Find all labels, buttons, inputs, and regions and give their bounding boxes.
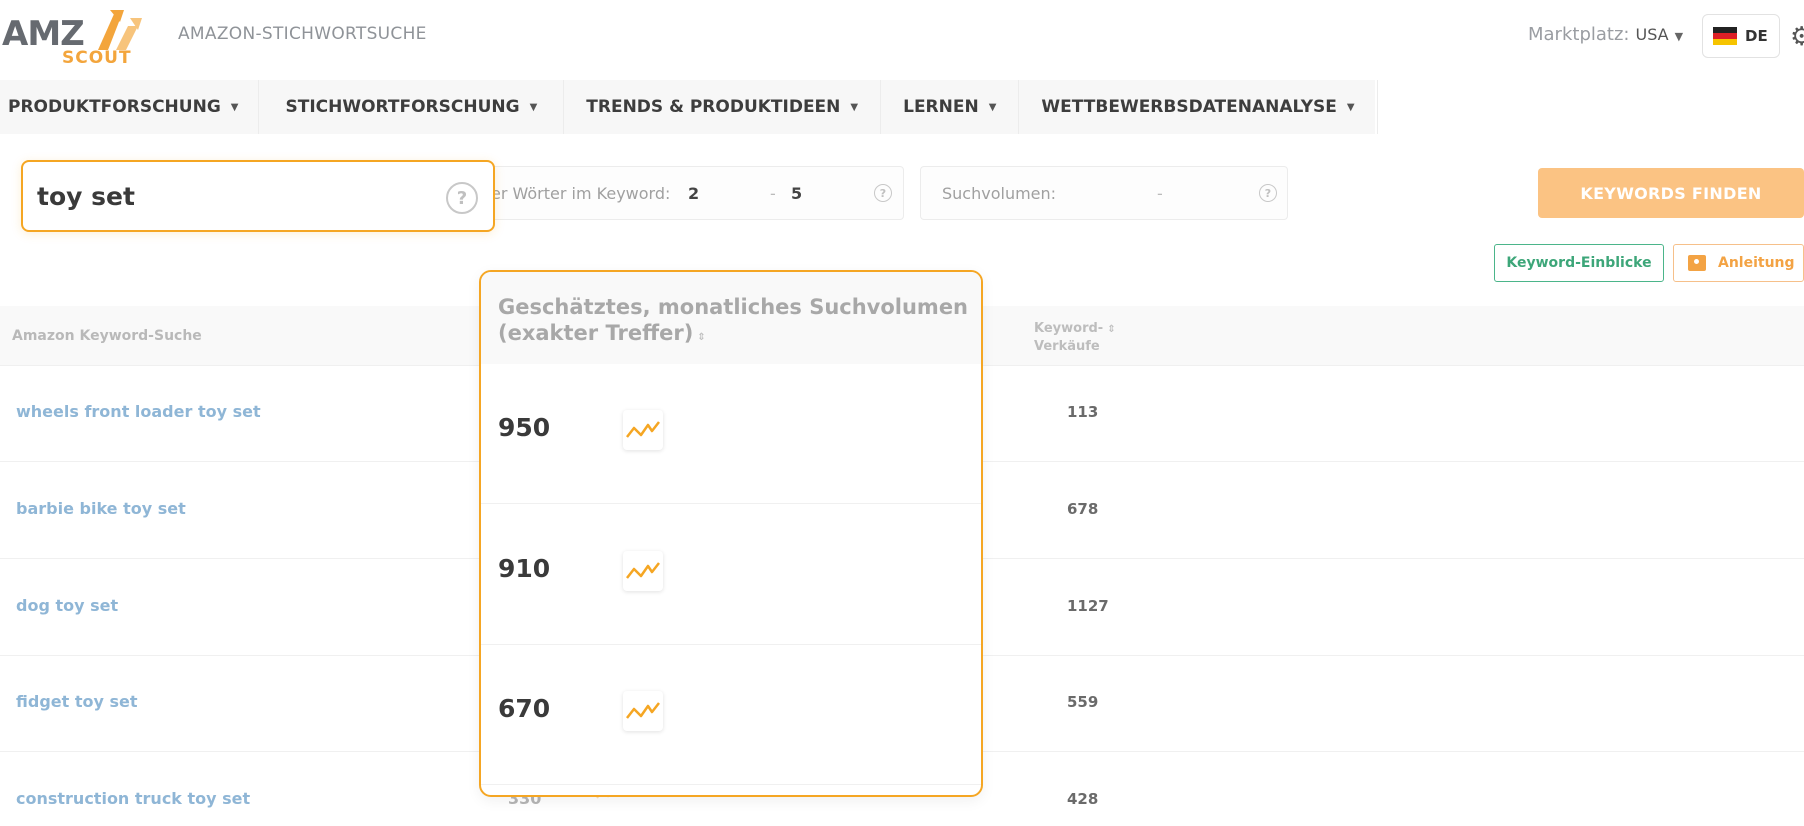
search-volume-column-highlight: Geschätztes, monatliches Suchvolumen (ex… xyxy=(479,270,983,797)
caret-down-icon: ▼ xyxy=(1346,101,1355,113)
trend-chart-button[interactable] xyxy=(623,551,663,591)
guide-button-label: Anleitung xyxy=(1718,255,1795,271)
keyword-search-input[interactable] xyxy=(37,178,427,214)
caret-down-icon: ▼ xyxy=(850,101,859,113)
app-root: AMZ SCOUT AMAZON-STICHWORTSUCHE Marktpla… xyxy=(0,0,1804,826)
logo-subtext: SCOUT xyxy=(62,48,132,68)
nav-item-label: LERNEN xyxy=(903,97,979,117)
search-volume-value: 950 xyxy=(498,413,551,442)
nav-item-produktforschung[interactable]: PRODUKTFORSCHUNG ▼ xyxy=(0,80,260,134)
search-volume-value: 910 xyxy=(498,554,551,583)
page-title: AMAZON-STICHWORTSUCHE xyxy=(178,24,427,44)
word-count-label: er Wörter im Keyword: xyxy=(491,183,671,203)
trend-chart-icon xyxy=(626,702,660,719)
keyword-sales-value: 678 xyxy=(1067,500,1099,518)
keyword-link[interactable]: barbie bike toy set xyxy=(16,499,186,518)
search-volume-label: Suchvolumen: xyxy=(942,183,1057,203)
caret-down-icon: ▼ xyxy=(988,101,997,113)
caret-down-icon: ▼ xyxy=(230,101,239,113)
column-header-search-volume[interactable]: Geschätztes, monatliches Suchvolumen (ex… xyxy=(481,272,981,364)
marketplace-label: Marktplatz: xyxy=(1528,24,1630,45)
amzscout-logo[interactable]: AMZ SCOUT xyxy=(0,8,150,68)
search-volume-cell: 670 xyxy=(481,645,981,785)
column-header-sales-line1: Keyword- xyxy=(1034,321,1104,336)
trend-chart-icon xyxy=(626,421,660,438)
header: AMZ SCOUT AMAZON-STICHWORTSUCHE Marktpla… xyxy=(0,0,1804,80)
trend-chart-button[interactable] xyxy=(623,691,663,731)
column-header-sales-line2: Verkäufe xyxy=(1034,339,1100,354)
keyword-sales-value: 559 xyxy=(1067,693,1099,711)
nav-item-trends[interactable]: TRENDS & PRODUKTIDEEN ▼ xyxy=(564,80,882,134)
marketplace-select[interactable]: Marktplatz: USA ▼ xyxy=(1528,24,1683,45)
search-volume-filter: Suchvolumen: - ? xyxy=(920,166,1288,220)
caret-down-icon: ▼ xyxy=(529,101,538,113)
help-circle-icon[interactable]: ? xyxy=(1259,184,1277,202)
main-nav: PRODUKTFORSCHUNG ▼ STICHWORTFORSCHUNG ▼ TR… xyxy=(0,80,1378,134)
nav-item-label: PRODUKTFORSCHUNG xyxy=(8,97,221,117)
column-header-keyword-sales[interactable]: Keyword- ⇕ Verkäufe xyxy=(1034,320,1116,355)
search-volume-value: 670 xyxy=(498,694,551,723)
trend-chart-button[interactable] xyxy=(623,410,663,450)
language-label: DE xyxy=(1745,27,1768,45)
trend-chart-icon xyxy=(626,562,660,579)
column-header-search-volume-label: Geschätztes, monatliches Suchvolumen (ex… xyxy=(498,295,969,345)
keyword-link[interactable]: fidget toy set xyxy=(16,692,138,711)
language-button[interactable]: DE xyxy=(1702,14,1780,58)
sort-icon: ⇕ xyxy=(697,332,706,343)
search-volume-cell: 910 xyxy=(481,505,981,645)
keyword-insights-button[interactable]: Keyword-Einblicke xyxy=(1494,244,1664,282)
keyword-link[interactable]: construction truck toy set xyxy=(16,789,250,808)
nav-item-wettbewerbsdatenanalyse[interactable]: WETTBEWERBSDATENANALYSE ▼ xyxy=(1019,80,1378,134)
word-count-filter: er Wörter im Keyword: 2 - 5 ? xyxy=(480,166,904,220)
keyword-link[interactable]: wheels front loader toy set xyxy=(16,402,261,421)
nav-item-lernen[interactable]: LERNEN ▼ xyxy=(881,80,1020,134)
guide-button[interactable]: Anleitung xyxy=(1673,244,1804,282)
sort-icon: ⇕ xyxy=(1107,324,1116,335)
marketplace-value: USA xyxy=(1635,25,1669,44)
word-count-max-input[interactable]: 5 xyxy=(791,184,802,203)
column-header-keyword[interactable]: Amazon Keyword-Suche xyxy=(12,328,202,344)
guide-chat-icon xyxy=(1688,255,1706,271)
range-separator[interactable]: - xyxy=(1157,184,1163,203)
nav-item-stichwortforschung[interactable]: STICHWORTFORSCHUNG ▼ xyxy=(259,80,565,134)
keyword-search-box: ? xyxy=(21,160,495,232)
help-circle-icon[interactable]: ? xyxy=(446,182,478,214)
nav-item-label: WETTBEWERBSDATENANALYSE xyxy=(1041,97,1337,117)
word-count-min-input[interactable]: 2 xyxy=(688,184,699,203)
keyword-sales-value: 113 xyxy=(1067,403,1099,421)
keyword-sales-value: 1127 xyxy=(1067,597,1109,615)
search-volume-cell: 950 xyxy=(481,364,981,504)
find-keywords-button[interactable]: KEYWORDS FINDEN xyxy=(1538,168,1804,218)
keyword-sales-value: 428 xyxy=(1067,790,1099,808)
settings-gear-icon[interactable]: ⚙ xyxy=(1790,22,1804,52)
germany-flag-icon xyxy=(1713,27,1737,45)
caret-down-icon: ▼ xyxy=(1674,30,1684,43)
keyword-link[interactable]: dog toy set xyxy=(16,596,118,615)
range-separator: - xyxy=(770,183,776,203)
help-circle-icon[interactable]: ? xyxy=(874,184,892,202)
nav-item-label: TRENDS & PRODUKTIDEEN xyxy=(586,97,841,117)
nav-item-label: STICHWORTFORSCHUNG xyxy=(285,97,520,117)
